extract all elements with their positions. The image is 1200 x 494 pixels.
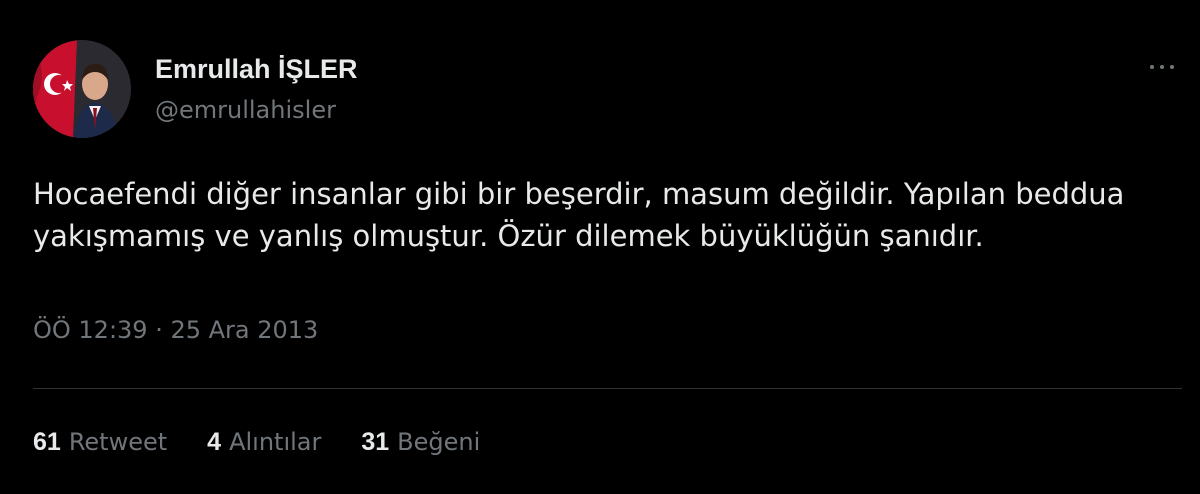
tweet-timestamp[interactable]: ÖÖ 12:39 · 25 Ara 2013 bbox=[33, 316, 318, 344]
tweet-card: Emrullah İŞLER @emrullahisler Hocaefendi… bbox=[0, 0, 1200, 494]
retweet-count[interactable]: 61 Retweet bbox=[33, 428, 167, 457]
tweet-text: Hocaefendi diğer insanlar gibi bir beşer… bbox=[33, 173, 1200, 257]
tweet-text-line: yakışmamış ve yanlış olmuştur. Özür dile… bbox=[33, 219, 984, 253]
dot bbox=[1160, 65, 1164, 69]
avatar[interactable] bbox=[33, 40, 131, 138]
engagement-stats: 61 Retweet 4 Alıntılar 31 Beğeni bbox=[33, 428, 480, 457]
more-dots-icon[interactable] bbox=[1142, 52, 1182, 82]
stat-label: Retweet bbox=[68, 428, 168, 456]
stat-count: 4 bbox=[207, 428, 222, 456]
stat-count: 61 bbox=[33, 428, 61, 456]
dot bbox=[1170, 65, 1174, 69]
stat-label: Beğeni bbox=[397, 428, 481, 456]
tweet-text-line: Hocaefendi diğer insanlar gibi bir beşer… bbox=[33, 177, 1125, 211]
stat-count: 31 bbox=[361, 428, 390, 456]
like-count[interactable]: 31 Beğeni bbox=[361, 428, 480, 457]
quote-count[interactable]: 4 Alıntılar bbox=[207, 428, 321, 457]
stat-label: Alıntılar bbox=[229, 428, 322, 456]
divider bbox=[33, 388, 1182, 389]
dot bbox=[1150, 65, 1154, 69]
author-handle[interactable]: @emrullahisler bbox=[155, 96, 336, 124]
avatar-image bbox=[33, 40, 131, 138]
author-name[interactable]: Emrullah İŞLER bbox=[155, 54, 358, 85]
